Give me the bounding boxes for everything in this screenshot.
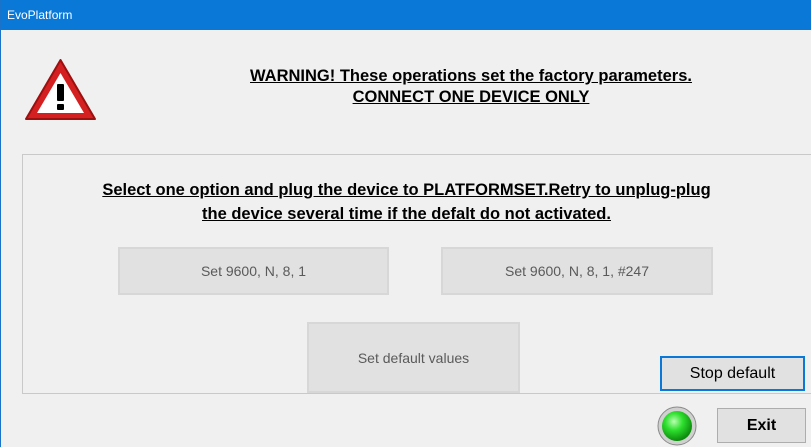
- warning-message: WARNING! These operations set the factor…: [111, 66, 811, 108]
- warning-line-2: CONNECT ONE DEVICE ONLY: [352, 88, 590, 106]
- stop-default-button[interactable]: Stop default: [660, 356, 805, 391]
- set-9600-button[interactable]: Set 9600, N, 8, 1: [118, 247, 389, 295]
- set-9600-247-button[interactable]: Set 9600, N, 8, 1, #247: [441, 247, 713, 295]
- instructions-line-2: the device several time if the defalt do…: [202, 205, 611, 223]
- status-led-icon: [657, 406, 697, 446]
- exit-button[interactable]: Exit: [717, 408, 806, 443]
- instructions: Select one option and plug the device to…: [1, 178, 811, 226]
- instructions-line-1: Select one option and plug the device to…: [102, 181, 711, 199]
- set-default-values-button[interactable]: Set default values: [307, 322, 520, 393]
- warning-triangle-icon: [25, 59, 96, 120]
- app-window: EvoPlatform WARNING! These operations se…: [0, 0, 811, 447]
- warning-line-1: WARNING! These operations set the factor…: [250, 67, 692, 85]
- title-bar: EvoPlatform: [1, 0, 811, 30]
- window-title: EvoPlatform: [7, 8, 73, 22]
